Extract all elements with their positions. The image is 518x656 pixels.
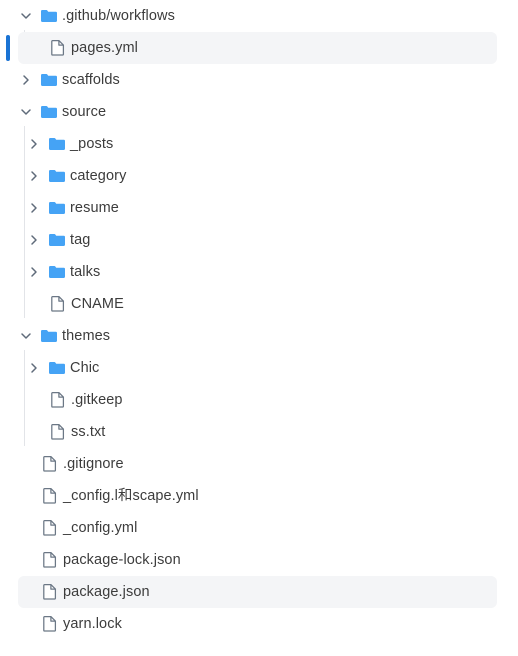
tree-row-file[interactable]: _config.l和scape.yml <box>0 480 518 512</box>
tree-item-label: resume <box>70 200 119 216</box>
chevron-right-icon[interactable] <box>26 360 42 376</box>
tree-item-label: tag <box>70 232 91 248</box>
tree-row-folder[interactable]: themes <box>0 320 518 352</box>
tree-item-label: category <box>70 168 127 184</box>
selection-indicator-bar <box>6 35 10 61</box>
folder-icon <box>40 103 58 121</box>
file-icon <box>41 615 59 633</box>
tree-row-folder[interactable]: category <box>0 160 518 192</box>
chevron-right-icon[interactable] <box>26 136 42 152</box>
file-icon <box>41 455 59 473</box>
tree-item-label: yarn.lock <box>63 616 122 632</box>
tree-item-label: package-lock.json <box>63 552 181 568</box>
chevron-right-icon[interactable] <box>26 264 42 280</box>
tree-row-file[interactable]: package.json <box>0 576 518 608</box>
tree-item-label: _config.l和scape.yml <box>63 488 199 504</box>
tree-row-file[interactable]: ss.txt <box>0 416 518 448</box>
tree-row-folder[interactable]: Chic <box>0 352 518 384</box>
folder-icon <box>48 359 66 377</box>
tree-item-label: .gitignore <box>63 456 124 472</box>
chevron-right-icon[interactable] <box>26 200 42 216</box>
folder-icon <box>48 263 66 281</box>
tree-item-label: package.json <box>63 584 150 600</box>
folder-icon <box>48 167 66 185</box>
tree-row-file[interactable]: yarn.lock <box>0 608 518 640</box>
tree-row-folder[interactable]: tag <box>0 224 518 256</box>
tree-row-folder[interactable]: resume <box>0 192 518 224</box>
chevron-down-icon[interactable] <box>18 328 34 344</box>
folder-icon <box>48 135 66 153</box>
tree-item-label: themes <box>62 328 111 344</box>
tree-row-file[interactable]: _config.yml <box>0 512 518 544</box>
tree-item-label: .github/workflows <box>62 8 175 24</box>
folder-icon <box>40 71 58 89</box>
file-icon <box>49 295 67 313</box>
tree-row-folder[interactable]: _posts <box>0 128 518 160</box>
tree-row-folder[interactable]: .github/workflows <box>0 0 518 32</box>
tree-item-label: _config.yml <box>63 520 138 536</box>
tree-item-label: .gitkeep <box>71 392 123 408</box>
tree-item-label: scaffolds <box>62 72 120 88</box>
tree-row-file[interactable]: pages.yml <box>0 32 518 64</box>
file-icon <box>41 519 59 537</box>
file-icon <box>41 583 59 601</box>
tree-item-label: CNAME <box>71 296 124 312</box>
file-icon <box>49 423 67 441</box>
folder-icon <box>48 199 66 217</box>
chevron-right-icon[interactable] <box>18 72 34 88</box>
tree-row-file[interactable]: .gitkeep <box>0 384 518 416</box>
folder-icon <box>40 327 58 345</box>
tree-item-label: talks <box>70 264 101 280</box>
file-icon <box>49 391 67 409</box>
tree-row-folder[interactable]: source <box>0 96 518 128</box>
folder-icon <box>40 7 58 25</box>
tree-row-file[interactable]: .gitignore <box>0 448 518 480</box>
folder-icon <box>48 231 66 249</box>
file-tree[interactable]: .github/workflows pages.yml scaffolds sourc… <box>0 0 518 656</box>
tree-row-file[interactable]: CNAME <box>0 288 518 320</box>
file-icon <box>41 551 59 569</box>
tree-item-label: _posts <box>70 136 114 152</box>
tree-row-file[interactable]: package-lock.json <box>0 544 518 576</box>
chevron-down-icon[interactable] <box>18 8 34 24</box>
tree-item-label: source <box>62 104 107 120</box>
tree-row-folder[interactable]: talks <box>0 256 518 288</box>
chevron-right-icon[interactable] <box>26 232 42 248</box>
chevron-down-icon[interactable] <box>18 104 34 120</box>
tree-item-label: ss.txt <box>71 424 106 440</box>
tree-item-label: pages.yml <box>71 40 138 56</box>
chevron-right-icon[interactable] <box>26 168 42 184</box>
tree-item-label: Chic <box>70 360 100 376</box>
tree-row-folder[interactable]: scaffolds <box>0 64 518 96</box>
file-icon <box>49 39 67 57</box>
file-icon <box>41 487 59 505</box>
